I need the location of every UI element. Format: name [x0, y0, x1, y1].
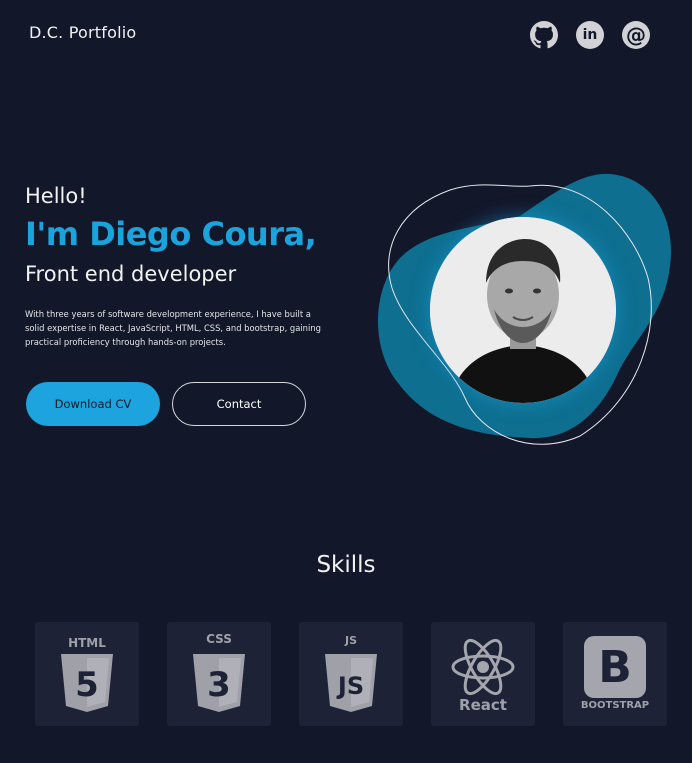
react-icon — [451, 638, 515, 696]
email-at-icon[interactable]: @ — [622, 21, 650, 49]
bootstrap-glyph: B — [598, 641, 632, 693]
profile-photo — [430, 217, 616, 403]
css3-glyph: 3 — [207, 665, 231, 705]
contact-button[interactable]: Contact — [172, 382, 306, 426]
skill-card-html: HTML 5 — [35, 622, 139, 726]
bootstrap-icon: B — [584, 636, 646, 698]
css3-icon: 3 — [193, 654, 245, 712]
react-label: React — [459, 696, 507, 714]
hero-name: I'm Diego Coura, — [25, 215, 317, 253]
hero-greeting: Hello! — [25, 184, 87, 208]
hero-role: Front end developer — [25, 262, 237, 286]
skills-list: HTML 5 CSS 3 JS JS React B BOOTSTRAP — [35, 622, 667, 726]
email-glyph: @ — [626, 23, 646, 47]
social-links: in @ — [530, 21, 650, 49]
html-label: HTML — [68, 636, 106, 650]
bootstrap-label: BOOTSTRAP — [580, 700, 650, 711]
linkedin-glyph: in — [582, 27, 598, 43]
js-label: JS — [344, 634, 357, 647]
hero-description: With three years of software development… — [25, 309, 321, 347]
html5-icon: 5 — [61, 654, 113, 712]
skill-card-css: CSS 3 — [167, 622, 271, 726]
skill-card-js: JS JS — [299, 622, 403, 726]
download-cv-button[interactable]: Download CV — [26, 382, 160, 426]
site-brand[interactable]: D.C. Portfolio — [29, 23, 136, 42]
github-icon[interactable] — [530, 21, 558, 49]
html5-glyph: 5 — [75, 665, 99, 705]
skill-card-bootstrap: B BOOTSTRAP — [563, 622, 667, 726]
js-glyph: JS — [336, 672, 364, 700]
css-label: CSS — [206, 632, 232, 646]
skill-card-react: React — [431, 622, 535, 726]
linkedin-icon[interactable]: in — [576, 21, 604, 49]
javascript-icon: JS — [325, 654, 377, 712]
skills-title: Skills — [316, 552, 376, 578]
